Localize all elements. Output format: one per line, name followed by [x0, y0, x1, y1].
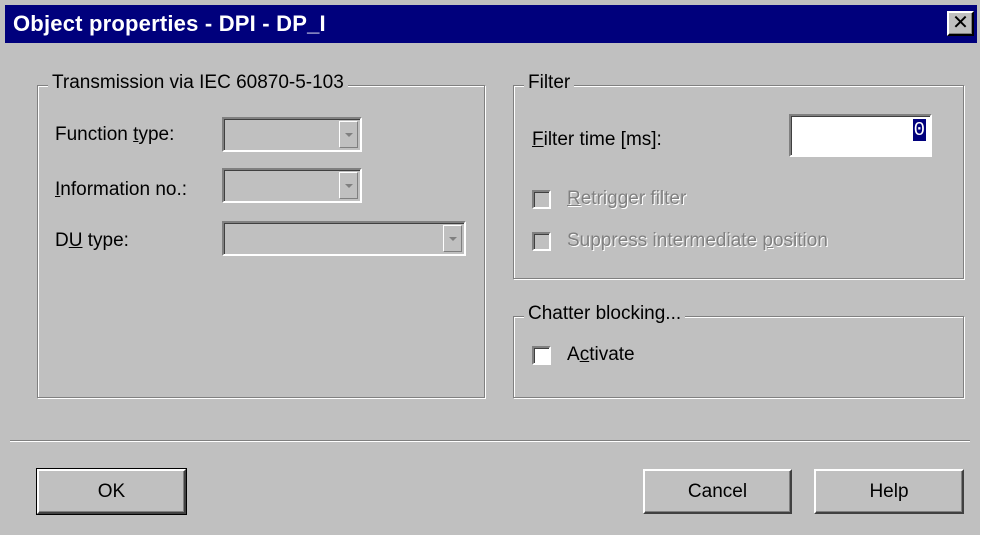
title-bar: Object properties - DPI - DP_I ✕ — [5, 5, 977, 43]
du-type-label: DU type: — [55, 230, 129, 251]
retrigger-filter-label: Retrigger filter — [567, 188, 687, 209]
du-type-combo[interactable] — [222, 221, 466, 256]
filter-time-label: Filter time [ms]: — [532, 129, 662, 150]
suppress-intermediate-position-checkbox[interactable] — [532, 232, 551, 251]
suppress-intermediate-position-label: Suppress intermediate position — [567, 230, 828, 251]
cancel-button[interactable]: Cancel — [643, 469, 792, 514]
filter-time-value: 0 — [912, 119, 926, 141]
chevron-down-icon[interactable] — [443, 225, 462, 252]
function-type-label: Function type: — [55, 124, 175, 145]
transmission-group-title: Transmission via IEC 60870-5-103 — [48, 72, 348, 94]
activate-checkbox[interactable] — [532, 346, 551, 365]
chevron-down-icon[interactable] — [339, 121, 358, 148]
help-button[interactable]: Help — [814, 469, 964, 514]
ok-button[interactable]: OK — [36, 468, 187, 515]
retrigger-filter-checkbox[interactable] — [532, 190, 551, 209]
information-no-label: Information no.: — [55, 179, 188, 200]
chatter-blocking-group-title: Chatter blocking... — [524, 303, 686, 325]
activate-label: Activate — [567, 344, 635, 365]
dialog-title: Object properties - DPI - DP_I — [13, 11, 326, 36]
close-icon: ✕ — [952, 12, 969, 34]
chevron-down-icon[interactable] — [339, 172, 358, 199]
filter-time-input[interactable]: 0 — [789, 114, 932, 157]
separator-line — [10, 440, 970, 442]
close-button[interactable]: ✕ — [947, 11, 974, 36]
information-no-combo[interactable] — [222, 168, 362, 203]
object-properties-dialog: Object properties - DPI - DP_I ✕ Transmi… — [0, 0, 982, 537]
filter-group-title: Filter — [524, 72, 575, 94]
function-type-combo[interactable] — [222, 117, 362, 152]
